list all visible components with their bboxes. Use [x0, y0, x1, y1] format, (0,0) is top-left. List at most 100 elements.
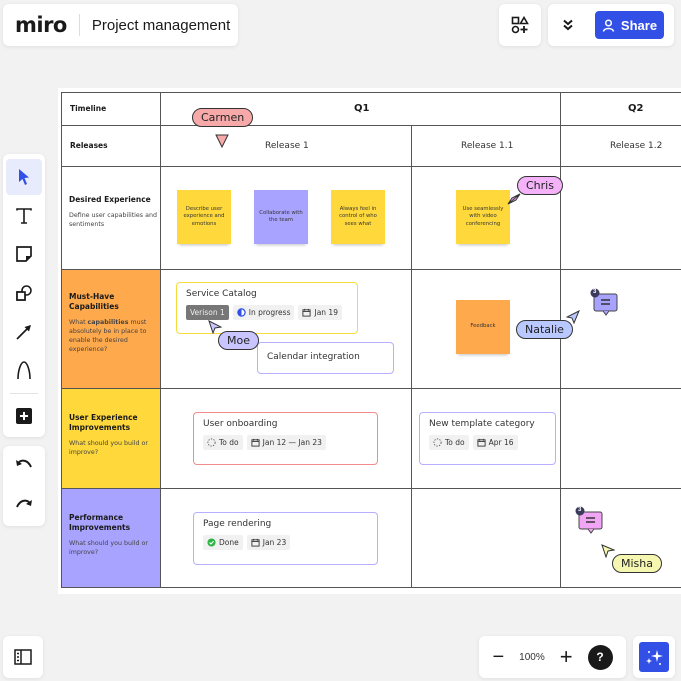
board-title[interactable]: Project management — [92, 17, 230, 34]
grid-line — [411, 125, 413, 588]
cursor-arrow-icon — [601, 544, 615, 558]
tool-text[interactable] — [6, 198, 42, 234]
status-chip[interactable]: To do — [203, 435, 243, 450]
row-description: What capabilities must absolutely be in … — [69, 318, 158, 354]
card-title: Page rendering — [203, 519, 272, 529]
project-board: Timeline Releases Q1 Q2 Release 1 Releas… — [58, 88, 681, 594]
release-1-2: Release 1.2 — [610, 141, 663, 151]
card-service-catalog[interactable]: Service Catalog Verison 1 In progress Ja… — [176, 282, 358, 334]
row-label-ux-improvements: User Experience Improvements What should… — [60, 413, 158, 457]
calendar-icon — [251, 538, 260, 547]
date-chip[interactable]: Apr 16 — [472, 435, 518, 450]
redo-button[interactable] — [6, 487, 42, 523]
cursor-label-moe: Moe — [218, 331, 259, 350]
sticky-note[interactable]: Use seamlessly with video conferencing — [456, 190, 510, 244]
desc-text: What — [69, 319, 88, 326]
date-chip[interactable]: Jan 12 — Jan 23 — [246, 435, 326, 450]
ai-assist-panel — [633, 636, 675, 678]
tool-pen[interactable] — [6, 353, 42, 389]
row-label-desired-experience: Desired Experience Define user capabilit… — [60, 195, 158, 229]
row-title: Desired Experience — [69, 195, 151, 204]
status-text: In progress — [248, 308, 291, 317]
status-text: To do — [445, 438, 465, 447]
cursor-arrow-icon — [215, 134, 229, 148]
status-chip[interactable]: In progress — [232, 305, 295, 320]
share-button[interactable]: Share — [595, 11, 664, 39]
comment-thread[interactable]: 3 — [588, 288, 620, 323]
cursor-label-carmen: Carmen — [192, 108, 254, 127]
tool-connection-line[interactable] — [6, 314, 42, 350]
help-button[interactable]: ? — [587, 644, 613, 670]
sidebar-toggle-button[interactable] — [3, 636, 43, 678]
status-chip[interactable]: Done — [203, 535, 243, 550]
shapes-menu-button[interactable] — [499, 4, 541, 46]
version-chip[interactable]: Verison 1 — [186, 305, 229, 320]
board-header: miro Project management — [3, 4, 238, 46]
zoom-controls: − 100% + ? — [479, 636, 626, 678]
date-chip[interactable]: Jan 19 — [298, 305, 342, 320]
grid-line — [61, 92, 681, 94]
status-chip[interactable]: To do — [429, 435, 469, 450]
share-panel: Share — [548, 4, 674, 46]
timeline-label: Timeline — [70, 104, 107, 113]
date-chip[interactable]: Jan 23 — [246, 535, 291, 550]
creation-toolbar — [3, 154, 45, 437]
sticky-note[interactable]: Always feel in control of who sees what — [331, 190, 385, 244]
calendar-icon — [251, 438, 260, 447]
cursor-arrow-icon — [208, 320, 222, 334]
grid-line — [61, 125, 681, 127]
card-user-onboarding[interactable]: User onboarding To do Jan 12 — Jan 23 — [193, 412, 378, 465]
zoom-level[interactable]: 100% — [519, 652, 545, 663]
tool-shapes[interactable] — [6, 275, 42, 311]
undo-button[interactable] — [6, 447, 42, 483]
divider — [78, 14, 80, 36]
cursor-label-misha: Misha — [612, 554, 662, 573]
cursor-label-chris: Chris — [517, 176, 563, 195]
release-1: Release 1 — [265, 141, 309, 151]
comment-thread[interactable]: 3 — [573, 506, 605, 541]
card-page-rendering[interactable]: Page rendering Done Jan 23 — [193, 512, 378, 565]
share-label: Share — [620, 17, 658, 33]
quarter-q2: Q2 — [628, 103, 644, 114]
date-text: Jan 23 — [262, 538, 287, 547]
sticky-note[interactable]: Feedback — [456, 300, 510, 354]
release-1-1: Release 1.1 — [461, 141, 514, 151]
sticky-note[interactable]: Describe user experience and emotions — [177, 190, 231, 244]
date-text: Jan 12 — Jan 23 — [262, 438, 322, 447]
grid-line — [61, 166, 681, 168]
collapse-button[interactable] — [548, 4, 588, 46]
quarter-q1: Q1 — [354, 103, 370, 114]
card-calendar-integration[interactable]: Calendar integration — [257, 342, 394, 374]
card-title: New template category — [429, 419, 535, 429]
date-text: Apr 16 — [488, 438, 514, 447]
row-label-must-have: Must-Have Capabilities What capabilities… — [60, 292, 158, 354]
toolbar-divider — [10, 393, 38, 395]
cursor-label-natalie: Natalie — [516, 320, 573, 339]
calendar-icon — [477, 438, 486, 447]
status-text: To do — [219, 438, 239, 447]
dashed-circle-icon — [433, 438, 442, 447]
sticky-note[interactable]: Collaborate with the team — [254, 190, 308, 244]
releases-label: Releases — [70, 141, 108, 150]
desc-bold: capabilities — [87, 319, 129, 326]
pen-icon — [17, 361, 31, 380]
row-label-performance: Performance Improvements What should you… — [60, 513, 158, 557]
card-new-template-category[interactable]: New template category To do Apr 16 — [419, 412, 556, 465]
redo-icon — [16, 499, 32, 507]
tool-select[interactable] — [6, 159, 42, 195]
calendar-icon — [302, 308, 312, 317]
miro-logo[interactable]: miro — [15, 13, 67, 37]
grid-line — [560, 92, 562, 588]
ai-assist-button[interactable] — [639, 642, 669, 672]
zoom-in-button[interactable]: + — [560, 644, 573, 670]
date-text: Jan 19 — [314, 308, 338, 317]
card-title: Calendar integration — [267, 352, 360, 362]
tool-sticky-note[interactable] — [6, 236, 42, 272]
comment-count: 3 — [578, 507, 582, 513]
cursor-arrow-icon — [19, 168, 29, 185]
tool-more[interactable] — [6, 398, 42, 434]
row-description: Define user capabilities and sentiments — [69, 212, 157, 228]
grid-line — [160, 92, 162, 588]
undo-icon — [16, 459, 32, 467]
zoom-out-button[interactable]: − — [492, 646, 504, 669]
